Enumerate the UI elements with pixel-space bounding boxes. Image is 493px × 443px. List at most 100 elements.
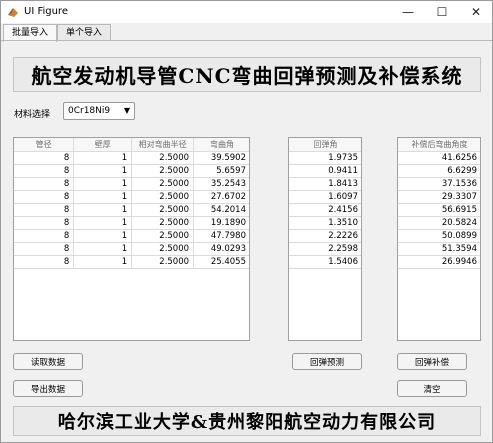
table-row[interactable]: 1.5406	[289, 255, 361, 269]
table-cell[interactable]: 2.5000	[131, 242, 195, 256]
table-cell[interactable]: 49.0293	[193, 242, 249, 256]
table-row[interactable]: 37.1536	[398, 177, 480, 191]
table-row[interactable]: 1.8413	[289, 177, 361, 191]
table-cell[interactable]: 1.8413	[289, 177, 361, 191]
material-dropdown[interactable]: 0Cr18Ni9 ▼	[63, 102, 135, 120]
table-row[interactable]: 8 1 2.5000 39.5902	[14, 151, 249, 165]
table-cell[interactable]: 47.7980	[193, 229, 249, 243]
table-cell[interactable]: 1	[73, 242, 133, 256]
table-cell[interactable]: 2.5000	[131, 164, 195, 178]
table-cell[interactable]: 5.6597	[193, 164, 249, 178]
table-row[interactable]: 51.3594	[398, 242, 480, 256]
table-row[interactable]: 1.9735	[289, 151, 361, 165]
table-cell[interactable]: 8	[14, 164, 75, 178]
table-row[interactable]: 26.9946	[398, 255, 480, 269]
table-row[interactable]: 0.9411	[289, 164, 361, 178]
springback-compensate-button[interactable]: 回弹补偿	[397, 353, 467, 370]
table-cell[interactable]: 1	[73, 255, 133, 269]
empty-row	[289, 268, 361, 281]
table-cell[interactable]: 8	[14, 177, 75, 191]
springback-predict-button[interactable]: 回弹预测	[292, 353, 362, 370]
close-button[interactable]: ✕	[459, 1, 493, 23]
table-cell[interactable]: 1	[73, 203, 133, 217]
table-cell[interactable]: 2.2598	[289, 242, 361, 256]
empty-cell	[74, 281, 132, 294]
table-cell[interactable]: 1.9735	[289, 151, 361, 165]
table-cell[interactable]: 51.3594	[398, 242, 480, 256]
table-cell[interactable]: 27.6702	[193, 190, 249, 204]
table-row[interactable]: 56.6915	[398, 203, 480, 217]
table-cell[interactable]: 1	[73, 216, 133, 230]
table-cell[interactable]: 6.6299	[398, 164, 480, 178]
table-row[interactable]: 8 1 2.5000 54.2014	[14, 203, 249, 217]
table-cell[interactable]: 1.6097	[289, 190, 361, 204]
springback-table[interactable]: 回弹角 1.9735 0.9411 1.8413 1.6097 2.4156 1.3510…	[288, 137, 362, 341]
maximize-button[interactable]: ☐	[425, 1, 459, 23]
table-cell[interactable]: 8	[14, 255, 75, 269]
table-row[interactable]: 8 1 2.5000 5.6597	[14, 164, 249, 178]
table-row[interactable]: 8 1 2.5000 49.0293	[14, 242, 249, 256]
table-cell[interactable]: 8	[14, 190, 75, 204]
table-row[interactable]: 1.6097	[289, 190, 361, 204]
table-row[interactable]: 41.6256	[398, 151, 480, 165]
compensated-angle-table[interactable]: 补偿后弯曲角度 41.6256 6.6299 37.1536 29.3307 56.69…	[397, 137, 481, 341]
table-row[interactable]: 8 1 2.5000 47.7980	[14, 229, 249, 243]
table-cell[interactable]: 2.5000	[131, 190, 195, 204]
table-cell[interactable]: 19.1890	[193, 216, 249, 230]
table-row[interactable]: 8 1 2.5000 35.2543	[14, 177, 249, 191]
table-row[interactable]: 50.0899	[398, 229, 480, 243]
table-cell[interactable]: 0.9411	[289, 164, 361, 178]
table-cell[interactable]: 2.5000	[131, 229, 195, 243]
table-cell[interactable]: 29.3307	[398, 190, 480, 204]
table-row[interactable]: 29.3307	[398, 190, 480, 204]
table-cell[interactable]: 1	[73, 229, 133, 243]
table-row[interactable]: 8 1 2.5000 27.6702	[14, 190, 249, 204]
table-cell[interactable]: 2.4156	[289, 203, 361, 217]
table-row[interactable]: 20.5824	[398, 216, 480, 230]
table-cell[interactable]: 35.2543	[193, 177, 249, 191]
input-data-table[interactable]: 管径 壁厚 相对弯曲半径 弯曲角 8 1 2.5000 39.5902 8 1 2.5000…	[13, 137, 250, 341]
table-cell[interactable]: 8	[14, 151, 75, 165]
table-row[interactable]: 2.4156	[289, 203, 361, 217]
table-cell[interactable]: 2.5000	[131, 151, 195, 165]
table-cell[interactable]: 20.5824	[398, 216, 480, 230]
export-data-button[interactable]: 导出数据	[13, 380, 83, 397]
clear-button[interactable]: 清空	[397, 380, 467, 397]
table-cell[interactable]: 25.4055	[193, 255, 249, 269]
table-cell[interactable]: 56.6915	[398, 203, 480, 217]
table-cell[interactable]: 2.5000	[131, 177, 195, 191]
table-cell[interactable]: 1.5406	[289, 255, 361, 269]
table-cell[interactable]: 8	[14, 203, 75, 217]
table-cell[interactable]: 50.0899	[398, 229, 480, 243]
table-cell[interactable]: 37.1536	[398, 177, 480, 191]
table-cell[interactable]: 8	[14, 229, 75, 243]
empty-cell	[74, 307, 132, 320]
table-cell[interactable]: 8	[14, 242, 75, 256]
table-cell[interactable]: 41.6256	[398, 151, 480, 165]
table-cell[interactable]: 1	[73, 190, 133, 204]
table-row[interactable]: 8 1 2.5000 19.1890	[14, 216, 249, 230]
table-cell[interactable]: 2.5000	[131, 216, 195, 230]
table-cell[interactable]: 1	[73, 177, 133, 191]
empty-cell	[132, 307, 194, 320]
table-cell[interactable]: 54.2014	[193, 203, 249, 217]
table-cell[interactable]: 1	[73, 164, 133, 178]
table-row[interactable]: 1.3510	[289, 216, 361, 230]
table-row[interactable]: 8 1 2.5000 25.4055	[14, 255, 249, 269]
empty-row	[289, 281, 361, 294]
tab-single-import[interactable]: 单个导入	[57, 24, 112, 41]
table-cell[interactable]: 1	[73, 151, 133, 165]
table-cell[interactable]: 2.5000	[131, 203, 195, 217]
table-row[interactable]: 2.2598	[289, 242, 361, 256]
table-cell[interactable]: 26.9946	[398, 255, 480, 269]
table-cell[interactable]: 8	[14, 216, 75, 230]
table-cell[interactable]: 1.3510	[289, 216, 361, 230]
table-row[interactable]: 2.2226	[289, 229, 361, 243]
chevron-down-icon[interactable]: ▼	[124, 103, 130, 119]
table-row[interactable]: 6.6299	[398, 164, 480, 178]
table-cell[interactable]: 2.5000	[131, 255, 195, 269]
minimize-button[interactable]: —	[391, 1, 425, 23]
table-cell[interactable]: 39.5902	[193, 151, 249, 165]
table-cell[interactable]: 2.2226	[289, 229, 361, 243]
read-data-button[interactable]: 读取数据	[13, 353, 83, 370]
